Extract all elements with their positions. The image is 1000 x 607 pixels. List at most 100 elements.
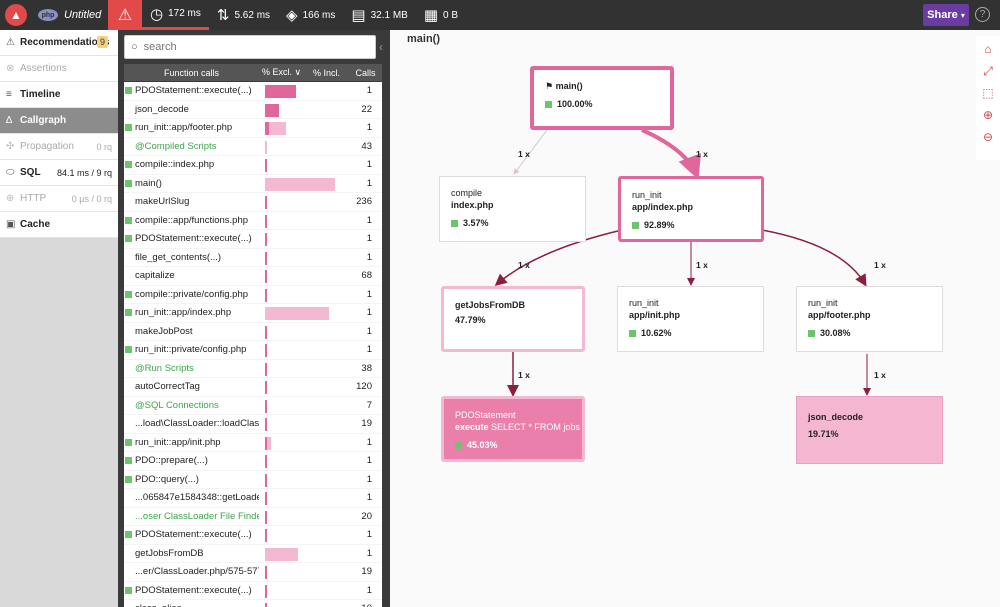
table-row[interactable]: PDO::query(...) 1 xyxy=(124,471,382,489)
function-name-cell: ...er/ClassLoader.php/575-577 xyxy=(124,566,259,577)
excl-bar xyxy=(265,399,267,413)
excl-bar xyxy=(265,159,267,172)
table-row[interactable]: autoCorrectTag 120 xyxy=(124,378,382,397)
function-name: @Run Scripts xyxy=(135,362,194,374)
calls-cell: 1 xyxy=(366,344,372,356)
function-name-cell: ...oser ClassLoader File Finder xyxy=(124,511,259,522)
table-row[interactable]: getJobsFromDB 1 xyxy=(124,545,382,563)
calls-cell: 236 xyxy=(356,196,372,208)
warning-icon[interactable]: ⚠ xyxy=(108,0,142,30)
table-row[interactable]: compile::index.php 1 xyxy=(124,156,382,175)
column-calls[interactable]: Calls xyxy=(349,68,382,78)
function-name-cell: file_get_contents(...) xyxy=(124,252,259,263)
incl-bar xyxy=(265,177,335,191)
table-row[interactable]: capitalize 68 xyxy=(124,267,382,286)
table-row[interactable]: json_decode 22 xyxy=(124,101,382,119)
metric-memory[interactable]: ▤ 32.1 MB xyxy=(343,0,415,30)
node-type: PDOStatement xyxy=(455,410,516,420)
callgraph-canvas[interactable]: main() ⚑ main() 100.00% compile index.ph… xyxy=(397,30,1000,607)
table-row[interactable]: PDOStatement::execute(...) 1 xyxy=(124,82,382,101)
incl-bar xyxy=(265,307,329,320)
sidebar-item-cache[interactable]: ▣ Cache xyxy=(0,212,118,238)
metric-value: 32.1 MB xyxy=(370,9,408,21)
share-button[interactable]: Share ▾ xyxy=(923,4,969,26)
percent-bar-cell xyxy=(259,230,349,248)
table-row[interactable]: @SQL Connections 7 xyxy=(124,397,382,415)
calls-cell: 19 xyxy=(361,418,372,430)
search-input[interactable] xyxy=(143,41,344,53)
node-runinit-init[interactable]: run_init app/init.php 10.62% xyxy=(617,286,764,352)
sidebar-item-assertions[interactable]: ⊗ Assertions xyxy=(0,56,118,82)
sidebar-item-timeline[interactable]: ≡ Timeline xyxy=(0,82,118,108)
table-row[interactable]: makeJobPost 1 xyxy=(124,323,382,341)
function-name-cell: run_init::app/index.php xyxy=(124,307,259,318)
fit-screen-icon[interactable]: ⬚ xyxy=(982,86,993,108)
table-row[interactable]: PDO::prepare(...) 1 xyxy=(124,452,382,471)
metric-value: 166 ms xyxy=(302,9,336,21)
calls-cell: 1 xyxy=(366,288,372,300)
sidebar-item-http[interactable]: ⊕ HTTP 0 µs / 0 rq xyxy=(0,186,118,212)
table-row[interactable]: run_init::app/footer.php 1 xyxy=(124,119,382,138)
sidebar-item-callgraph[interactable]: ∆ Callgraph xyxy=(0,108,118,134)
function-name-cell: compile::index.php xyxy=(124,159,259,170)
edge-label: 1 x xyxy=(874,370,886,380)
table-row[interactable]: run_init::private/config.php 1 xyxy=(124,341,382,360)
table-row[interactable]: @Compiled Scripts 43 xyxy=(124,138,382,156)
function-name: makeUrlSlug xyxy=(135,196,190,208)
collapse-panel-icon[interactable]: ‹ xyxy=(379,40,383,54)
sidebar-item-recommendations[interactable]: ⚠ Recommendations 9 xyxy=(0,30,118,56)
node-main[interactable]: ⚑ main() 100.00% xyxy=(530,66,674,130)
table-row[interactable]: ...065847e1584348::getLoader 1 xyxy=(124,489,382,508)
zoom-out-icon[interactable]: ⊖ xyxy=(983,130,993,152)
table-row[interactable]: compile::private/config.php 1 xyxy=(124,286,382,304)
node-percent: 3.57% xyxy=(463,218,489,228)
node-getjobs[interactable]: getJobsFromDB 47.79% xyxy=(441,286,585,352)
node-json-decode[interactable]: json_decode 19.71% xyxy=(796,396,943,464)
table-row[interactable]: ...load\ClassLoader::loadClass 19 xyxy=(124,415,382,434)
metric-network[interactable]: ▦ 0 B xyxy=(416,0,466,30)
expand-icon[interactable]: ⤢ xyxy=(983,64,993,86)
table-row[interactable]: makeUrlSlug 236 xyxy=(124,193,382,212)
search-box[interactable]: ○ xyxy=(124,35,376,59)
table-row[interactable]: PDOStatement::execute(...) 1 xyxy=(124,230,382,249)
node-pdo-execute[interactable]: PDOStatement execute SELECT * FROM jobs … xyxy=(441,396,585,462)
table-row[interactable]: class_alias 10 xyxy=(124,600,382,607)
table-row[interactable]: @Run Scripts 38 xyxy=(124,360,382,378)
function-name-cell: class_alias xyxy=(124,603,259,607)
table-row[interactable]: ...oser ClassLoader File Finder 20 xyxy=(124,508,382,526)
table-row[interactable]: run_init::app/init.php 1 xyxy=(124,434,382,452)
row-color-marker xyxy=(125,272,132,279)
function-name: autoCorrectTag xyxy=(135,381,200,393)
percent-bar-cell xyxy=(259,101,349,119)
column-function-calls[interactable]: Function calls xyxy=(124,68,259,78)
calls-cell: 1 xyxy=(366,547,372,559)
table-row[interactable]: run_init::app/index.php 1 xyxy=(124,304,382,323)
propagation-icon: ✣ xyxy=(6,141,15,152)
metric-wall-time[interactable]: ◷ 172 ms xyxy=(142,0,209,30)
table-row[interactable]: PDOStatement::execute(...) 1 xyxy=(124,526,382,545)
sidebar-item-sql[interactable]: ⬭ SQL 84.1 ms / 9 rq xyxy=(0,160,118,186)
zoom-in-icon[interactable]: ⊕ xyxy=(983,108,993,130)
function-name: PDOStatement::execute(...) xyxy=(135,85,252,97)
table-row[interactable]: compile::app/functions.php 1 xyxy=(124,212,382,230)
table-row[interactable]: PDOStatement::execute(...) 1 xyxy=(124,582,382,600)
column-incl[interactable]: % Incl. xyxy=(304,68,349,78)
table-row[interactable]: file_get_contents(...) 1 xyxy=(124,249,382,267)
blackfire-logo[interactable]: ▲ xyxy=(0,0,32,30)
node-runinit-footer[interactable]: run_init app/footer.php 30.08% xyxy=(796,286,943,352)
flame-icon: ▲ xyxy=(5,4,27,26)
column-excl[interactable]: % Excl. ∨ xyxy=(259,67,304,78)
sidebar-item-propagation[interactable]: ✣ Propagation 0 rq xyxy=(0,134,118,160)
node-percent: 45.03% xyxy=(467,440,498,450)
node-runinit-index[interactable]: run_init app/index.php 92.89% xyxy=(618,176,764,242)
metric-cpu-time[interactable]: ◈ 166 ms xyxy=(278,0,343,30)
table-row[interactable]: main() 1 xyxy=(124,175,382,193)
help-icon[interactable]: ? xyxy=(975,7,990,22)
metric-io-time[interactable]: ⇅ 5.62 ms xyxy=(209,0,278,30)
function-name-cell: run_init::app/init.php xyxy=(124,437,259,448)
node-name: app/footer.php xyxy=(808,310,871,320)
profile-title[interactable]: Untitled xyxy=(64,9,104,21)
table-row[interactable]: ...er/ClassLoader.php/575-577 19 xyxy=(124,563,382,582)
node-compile-index[interactable]: compile index.php 3.57% xyxy=(439,176,586,242)
home-icon[interactable]: ⌂ xyxy=(984,42,991,64)
